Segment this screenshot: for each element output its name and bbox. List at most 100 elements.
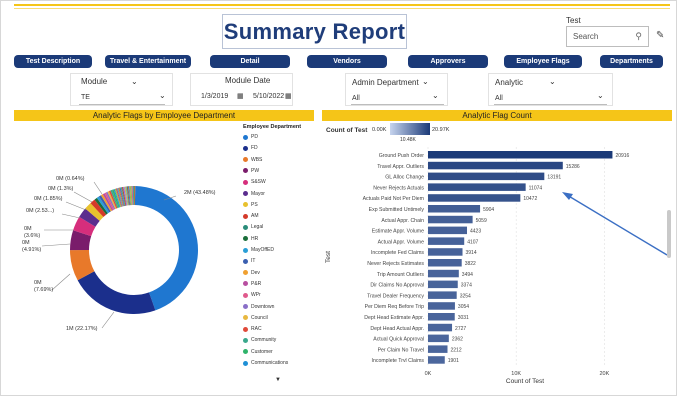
donut-data-label: 2M (43.48%) [184,190,216,196]
legend-item[interactable]: Customer [243,349,273,355]
chevron-down-icon[interactable]: ⌄ [422,77,429,86]
chevron-down-icon[interactable]: ⌄ [597,91,604,100]
chevron-down-icon[interactable]: ⌄ [131,77,138,86]
legend-item[interactable]: AM [243,213,259,219]
legend-item[interactable]: RAC [243,326,262,332]
bar[interactable] [428,172,545,181]
bar[interactable] [428,226,468,235]
legend-item[interactable]: Downtown [243,304,274,310]
legend-label: P&R [251,280,262,287]
bar[interactable] [428,269,459,278]
legend-label: HR [251,235,259,242]
bar[interactable] [428,356,445,364]
chevron-down-icon[interactable]: ⌄ [159,91,166,100]
calendar-icon[interactable]: ▦ [285,92,292,100]
end-date-input[interactable]: 5/10/2022 [253,93,284,100]
bar-category-label: Travel Appr. Outliers [377,164,424,170]
legend-scroll-down-icon[interactable]: ▼ [275,377,281,383]
legend-item[interactable]: PD [243,134,258,140]
nav-vendors-button[interactable]: Vendors [307,55,387,68]
donut-leader-line [93,181,103,195]
legend-item[interactable]: P&R [243,281,261,287]
bar[interactable] [428,215,473,224]
calendar-icon[interactable]: ▦ [237,92,244,100]
bar[interactable] [428,345,448,353]
legend-item[interactable]: PW [243,168,259,174]
start-date-input[interactable]: 1/3/2019 [201,93,228,100]
chart-scrollbar[interactable] [667,210,671,258]
module-value[interactable]: TE [81,94,90,101]
legend-item[interactable]: MayOffED [243,247,274,253]
bar[interactable] [428,194,521,202]
legend-item[interactable]: IT [243,258,255,264]
legend-dot [243,168,248,174]
search-icon[interactable]: ⚲ [635,31,642,42]
nav-label: Approvers [430,58,466,65]
bar[interactable] [428,291,457,299]
bar[interactable] [428,313,455,321]
bar[interactable] [428,183,526,191]
module-slicer[interactable]: Module ⌄ TE ⌄ [70,73,173,106]
bar-category-label: Per Claim No Travel [378,347,424,353]
bar[interactable] [428,151,613,159]
nav-travel-entertainment-button[interactable]: Travel & Entertainment [105,55,191,68]
donut-slice[interactable] [134,186,199,311]
legend-item[interactable]: Legal [243,224,263,230]
bar[interactable] [428,323,453,332]
nav-departments-button[interactable]: Departments [600,55,663,68]
legend-item[interactable]: Council [243,315,268,321]
legend-item[interactable]: Communications [243,360,288,366]
bar[interactable] [428,280,458,289]
legend-label: IT [251,258,256,265]
bar-value-label: 2727 [455,326,466,332]
bar-category-label: Per Diem Req Before Trip [365,304,425,310]
bar-category-label: Actuals Paid Not Per Diem [363,196,424,202]
bar-category-label: Trip Amount Outliers [377,272,424,278]
legend-dot [243,134,248,140]
legend-label: Dev [251,269,260,276]
legend-label: Mayor [251,190,265,197]
chevron-down-icon[interactable]: ⌄ [549,77,556,86]
eraser-icon[interactable]: ✎ [656,30,664,41]
legend-dot [243,179,248,185]
bar[interactable] [428,302,455,310]
nav-employee-flags-button[interactable]: Employee Flags [504,55,582,68]
nav-detail-button[interactable]: Detail [210,55,290,68]
legend-item[interactable]: Community [243,337,276,343]
legend-item[interactable]: WBS [243,157,262,163]
legend-dot [243,145,248,151]
bar[interactable] [428,259,462,267]
donut-leader-line [73,191,93,203]
legend-label: PW [251,167,260,174]
bar-category-label: Actual Appr. Chain [381,218,424,224]
analytic-value[interactable]: All [495,95,503,102]
legend-item[interactable]: FD [243,145,258,151]
donut-slice[interactable] [77,271,156,314]
legend-item[interactable]: Dev [243,270,260,276]
bar[interactable] [428,237,465,245]
nav-label: Vendors [333,58,361,65]
bar[interactable] [428,334,449,343]
bar-chart: Ground Push Order 20916 Travel Appr. Outli… [325,147,667,385]
bar[interactable] [428,248,463,256]
donut-leader-line [61,213,81,219]
bar-value-label: 3031 [458,315,469,321]
search-input[interactable]: Search ⚲ [566,26,649,47]
legend-dot [243,236,248,242]
legend-item[interactable]: HR [243,236,258,242]
chevron-down-icon[interactable]: ⌄ [432,91,439,100]
module-date-slicer[interactable]: Module Date 1/3/2019 ▦ 5/10/2022 ▦ [190,73,293,106]
legend-item[interactable]: S&SW [243,179,266,185]
nav-test-description-button[interactable]: Test Description [14,55,92,68]
analytic-slicer[interactable]: Analytic ⌄ All ⌄ [488,73,613,106]
bar-value-label: 3914 [466,250,477,256]
legend-item[interactable]: PS [243,202,258,208]
bar[interactable] [428,205,481,213]
admin-department-slicer[interactable]: Admin Department ⌄ All ⌄ [345,73,448,106]
bar[interactable] [428,161,563,170]
donut-data-label: 0M [34,280,42,286]
admin-department-value[interactable]: All [352,95,360,102]
legend-item[interactable]: Mayor [243,191,265,197]
legend-item[interactable]: WPr [243,292,261,298]
nav-approvers-button[interactable]: Approvers [408,55,488,68]
